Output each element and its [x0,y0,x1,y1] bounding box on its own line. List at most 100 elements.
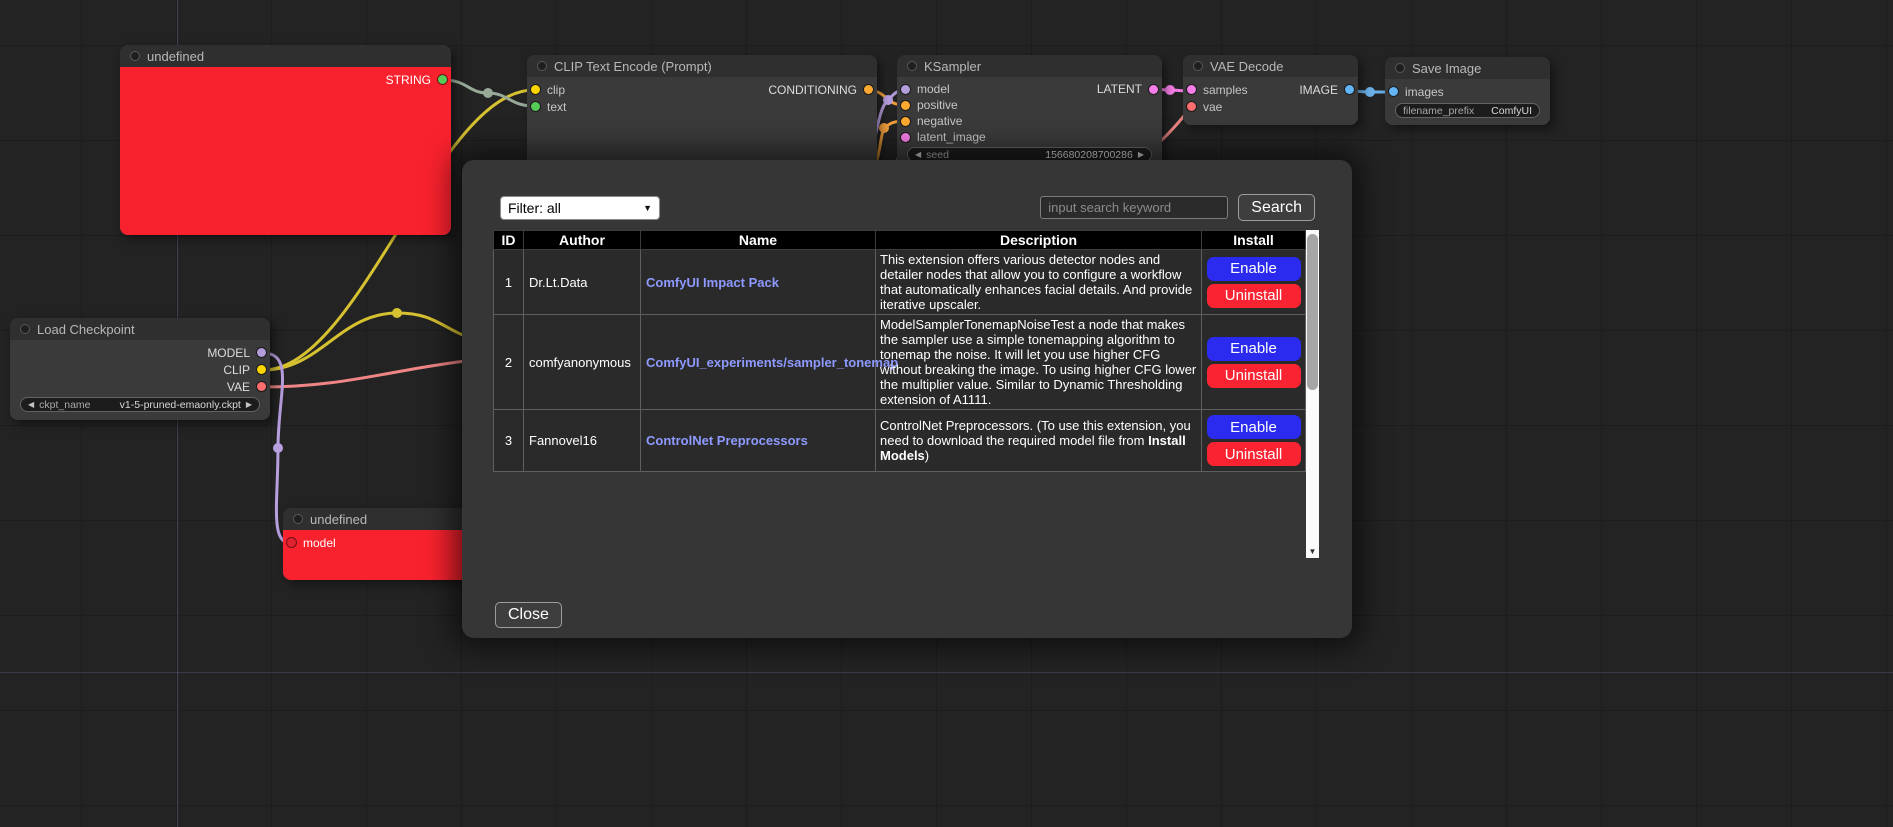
output-slot-latent[interactable]: LATENT [1030,81,1163,97]
input-slot-negative[interactable]: negative [897,113,1162,129]
slot-dot-conditioning-icon[interactable] [901,117,910,126]
output-slot-clip[interactable]: CLIP [10,361,270,378]
slot-label: STRING [386,73,431,87]
ckpt-name-widget[interactable]: ◀ ckpt_name v1-5-pruned-emaonly.ckpt ▶ [20,397,260,412]
slot-dot-clip-icon[interactable] [257,365,266,374]
extension-row: 3 Fannovel16 ControlNet Preprocessors Co… [494,410,1306,472]
slot-label: model [303,536,336,550]
extension-link[interactable]: ControlNet Preprocessors [646,433,808,448]
output-slot-model[interactable]: MODEL [10,344,270,361]
output-slot-conditioning[interactable]: CONDITIONING [702,81,877,98]
table-scrollbar[interactable]: ▼ [1306,230,1319,558]
node-title-bar[interactable]: CLIP Text Encode (Prompt) [527,55,877,77]
slot-dot-clip-icon[interactable] [531,85,540,94]
slot-dot-latent-icon[interactable] [1187,85,1196,94]
slot-dot-model-icon[interactable] [901,85,910,94]
decrement-icon[interactable]: ◀ [915,150,921,159]
output-slot-string[interactable]: STRING [120,71,451,88]
node-undefined-top[interactable]: undefined STRING [120,45,451,235]
slot-label: latent_image [917,130,986,144]
slot-dot-latent-icon[interactable] [1149,85,1158,94]
node-collapse-icon[interactable] [1193,61,1203,71]
slot-label: IMAGE [1299,83,1338,97]
slot-dot-vae-icon[interactable] [1187,102,1196,111]
slot-label: images [1405,85,1444,99]
extension-id: 3 [494,410,524,472]
extension-author: comfyanonymous [524,315,641,410]
filter-dropdown[interactable]: Filter: all ▼ [500,196,660,220]
dialog-toolbar: Filter: all ▼ Search [500,194,1315,221]
decrement-icon[interactable]: ◀ [28,400,34,409]
slot-label: LATENT [1097,82,1142,96]
node-save-image[interactable]: Save Image images filename_prefix ComfyU… [1385,57,1550,125]
node-title-bar[interactable]: KSampler [897,55,1162,77]
node-title-bar[interactable]: Load Checkpoint [10,318,270,340]
node-collapse-icon[interactable] [130,51,140,61]
input-slot-clip[interactable]: clip [527,81,702,98]
input-slot-model[interactable]: model [897,81,1030,97]
table-header-row: ID Author Name Description Install [494,231,1306,250]
manager-dialog: Filter: all ▼ Search ID Author Name Des [462,160,1352,638]
enable-button[interactable]: Enable [1207,415,1301,439]
node-title-bar[interactable]: VAE Decode [1183,55,1358,77]
input-slot-latent-image[interactable]: latent_image [897,129,1162,145]
enable-button[interactable]: Enable [1207,257,1301,281]
node-title-text: CLIP Text Encode (Prompt) [554,59,712,74]
widget-label: seed [926,149,949,161]
slot-dot-latent-icon[interactable] [901,133,910,142]
node-collapse-icon[interactable] [907,61,917,71]
input-slot-images[interactable]: images [1385,83,1550,100]
scrollbar-thumb[interactable] [1307,234,1318,390]
slot-label: negative [917,114,962,128]
slot-dot-conditioning-icon[interactable] [864,85,873,94]
search-button[interactable]: Search [1238,194,1315,221]
slot-label: text [547,100,566,114]
node-graph-canvas[interactable]: undefined STRING CLIP Text Encode (Promp… [0,0,1893,827]
slot-dot-model-icon[interactable] [257,348,266,357]
node-collapse-icon[interactable] [293,514,303,524]
enable-button[interactable]: Enable [1207,337,1301,361]
wire-midpoint-dot [392,308,402,318]
uninstall-button[interactable]: Uninstall [1207,442,1301,466]
uninstall-button[interactable]: Uninstall [1207,284,1301,308]
input-slot-samples[interactable]: samples [1183,81,1271,98]
slot-dot-image-icon[interactable] [1389,87,1398,96]
slot-label: positive [917,98,958,112]
node-collapse-icon[interactable] [1395,63,1405,73]
input-slot-positive[interactable]: positive [897,97,1162,113]
slot-label: MODEL [207,346,250,360]
node-title-text: undefined [310,512,367,527]
node-collapse-icon[interactable] [537,61,547,71]
slot-dot-vae-icon[interactable] [257,382,266,391]
filename-prefix-widget[interactable]: filename_prefix ComfyUI [1395,103,1540,118]
extension-id: 1 [494,250,524,315]
node-load-checkpoint[interactable]: Load Checkpoint MODEL CLIP VAE ◀ ckpt_na… [10,318,270,420]
uninstall-button[interactable]: Uninstall [1207,364,1301,388]
extension-link[interactable]: ComfyUI Impact Pack [646,275,779,290]
node-title-bar[interactable]: Save Image [1385,57,1550,79]
slot-dot-model-icon[interactable] [287,538,296,547]
extension-link[interactable]: ComfyUI_experiments/sampler_tonemap [646,355,898,370]
input-slot-vae[interactable]: vae [1183,98,1358,115]
increment-icon[interactable]: ▶ [1138,150,1144,159]
node-vae-decode[interactable]: VAE Decode samples IMAGE vae [1183,55,1358,125]
slot-label: VAE [227,380,250,394]
widget-label: filename_prefix [1403,105,1474,117]
scroll-down-icon[interactable]: ▼ [1306,545,1319,558]
close-button[interactable]: Close [495,602,562,628]
slot-dot-image-icon[interactable] [1345,85,1354,94]
slot-dot-conditioning-icon[interactable] [901,101,910,110]
slot-dot-string-icon[interactable] [438,75,447,84]
slot-label: CLIP [223,363,250,377]
increment-icon[interactable]: ▶ [246,400,252,409]
output-slot-image[interactable]: IMAGE [1271,81,1359,98]
input-slot-text[interactable]: text [527,98,877,115]
extensions-table-container: ID Author Name Description Install 1 Dr.… [493,230,1352,558]
node-title-text: KSampler [924,59,981,74]
search-input[interactable] [1040,196,1228,219]
node-collapse-icon[interactable] [20,324,30,334]
output-slot-vae[interactable]: VAE [10,378,270,395]
node-title-bar[interactable]: undefined [120,45,451,67]
extension-description: ControlNet Preprocessors. (To use this e… [876,410,1202,472]
slot-dot-text-icon[interactable] [531,102,540,111]
